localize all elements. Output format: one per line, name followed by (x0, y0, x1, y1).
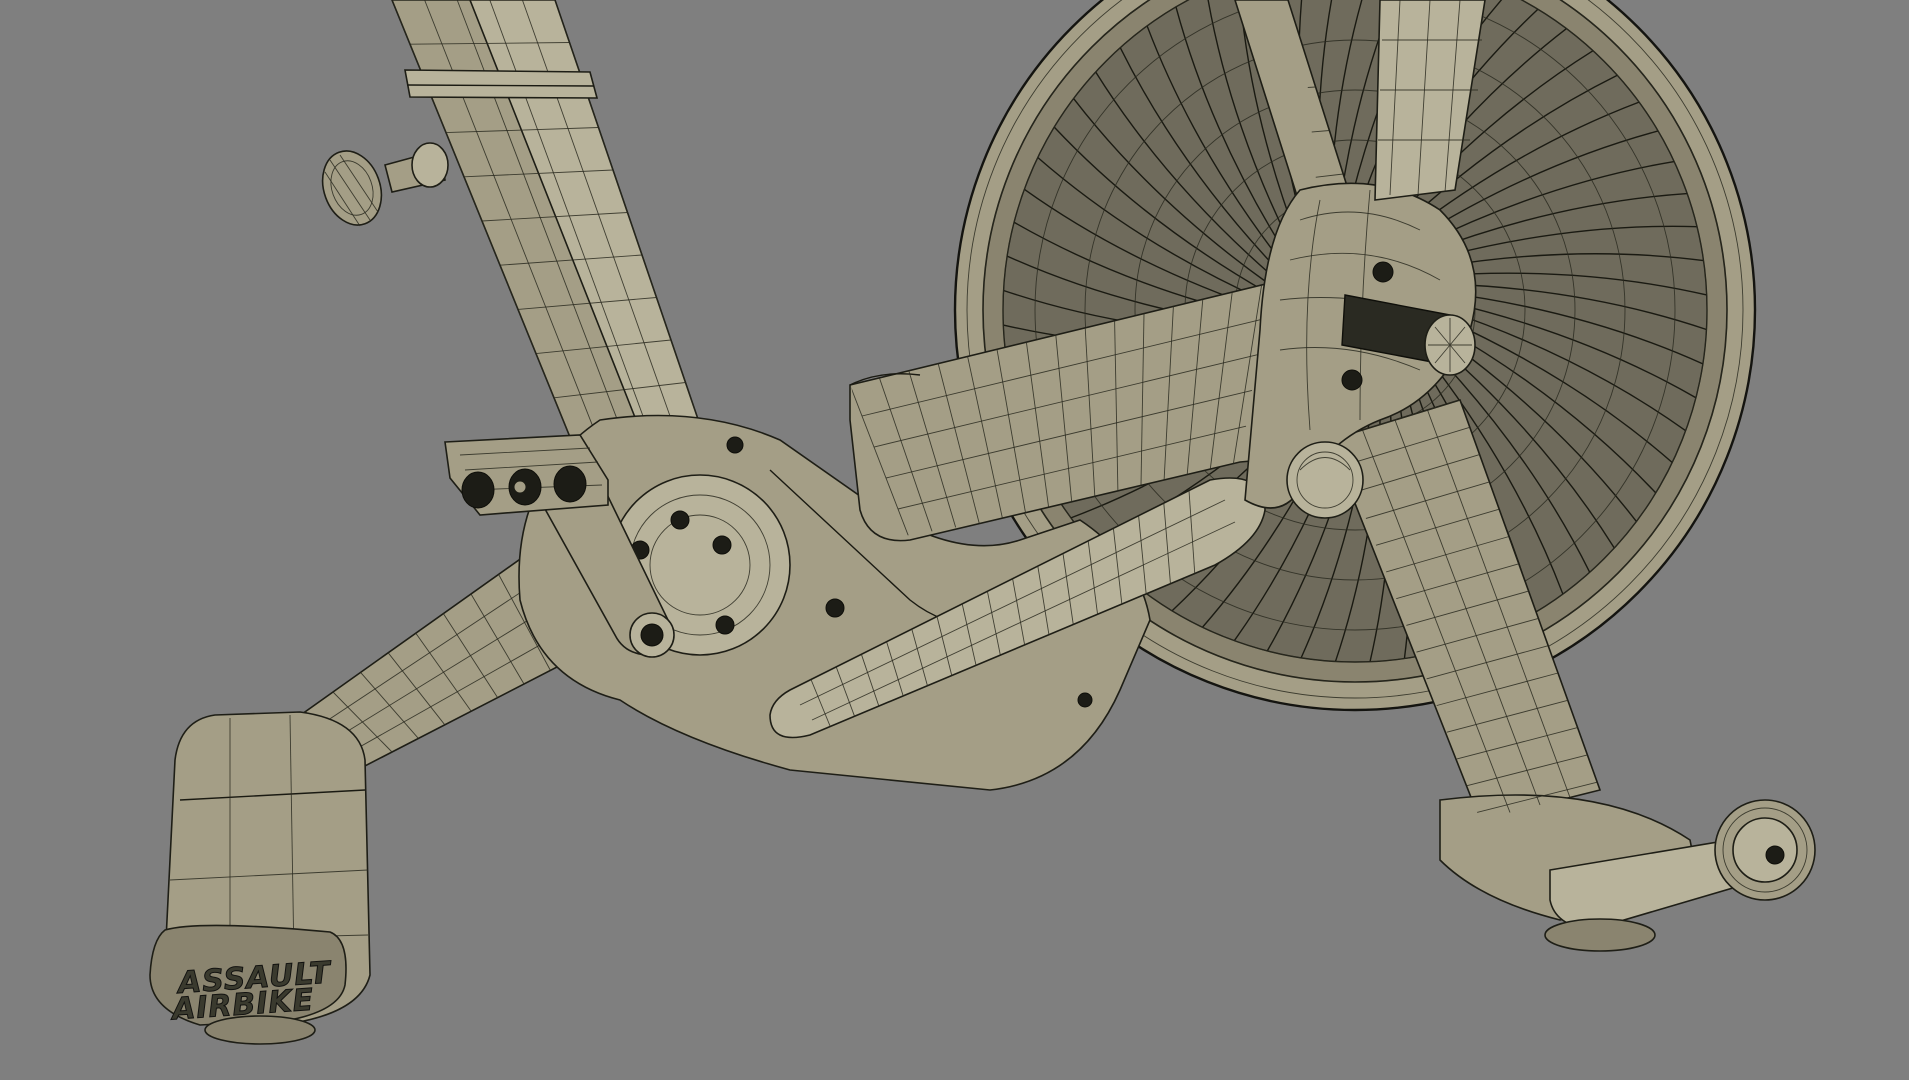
bolt-hole (825, 598, 845, 618)
bolt-hole (726, 436, 744, 454)
seat-post (321, 0, 702, 443)
bolt-hole (715, 615, 735, 635)
rear-wheel (1714, 799, 1816, 901)
3d-viewport[interactable]: ASSAULT AIRBIKE (0, 0, 1909, 1080)
front-base-strut: ASSAULT AIRBIKE (149, 543, 592, 1045)
pedal (444, 434, 609, 516)
bolt-hole (712, 535, 732, 555)
seat-adjust-knob (321, 142, 449, 227)
airbike-wireframe-model: ASSAULT AIRBIKE (149, 0, 1816, 1045)
bolt-hole (1372, 261, 1394, 283)
bolt-hole (1077, 692, 1093, 708)
bolt-hole (670, 510, 690, 530)
bolt-hole (1341, 369, 1363, 391)
